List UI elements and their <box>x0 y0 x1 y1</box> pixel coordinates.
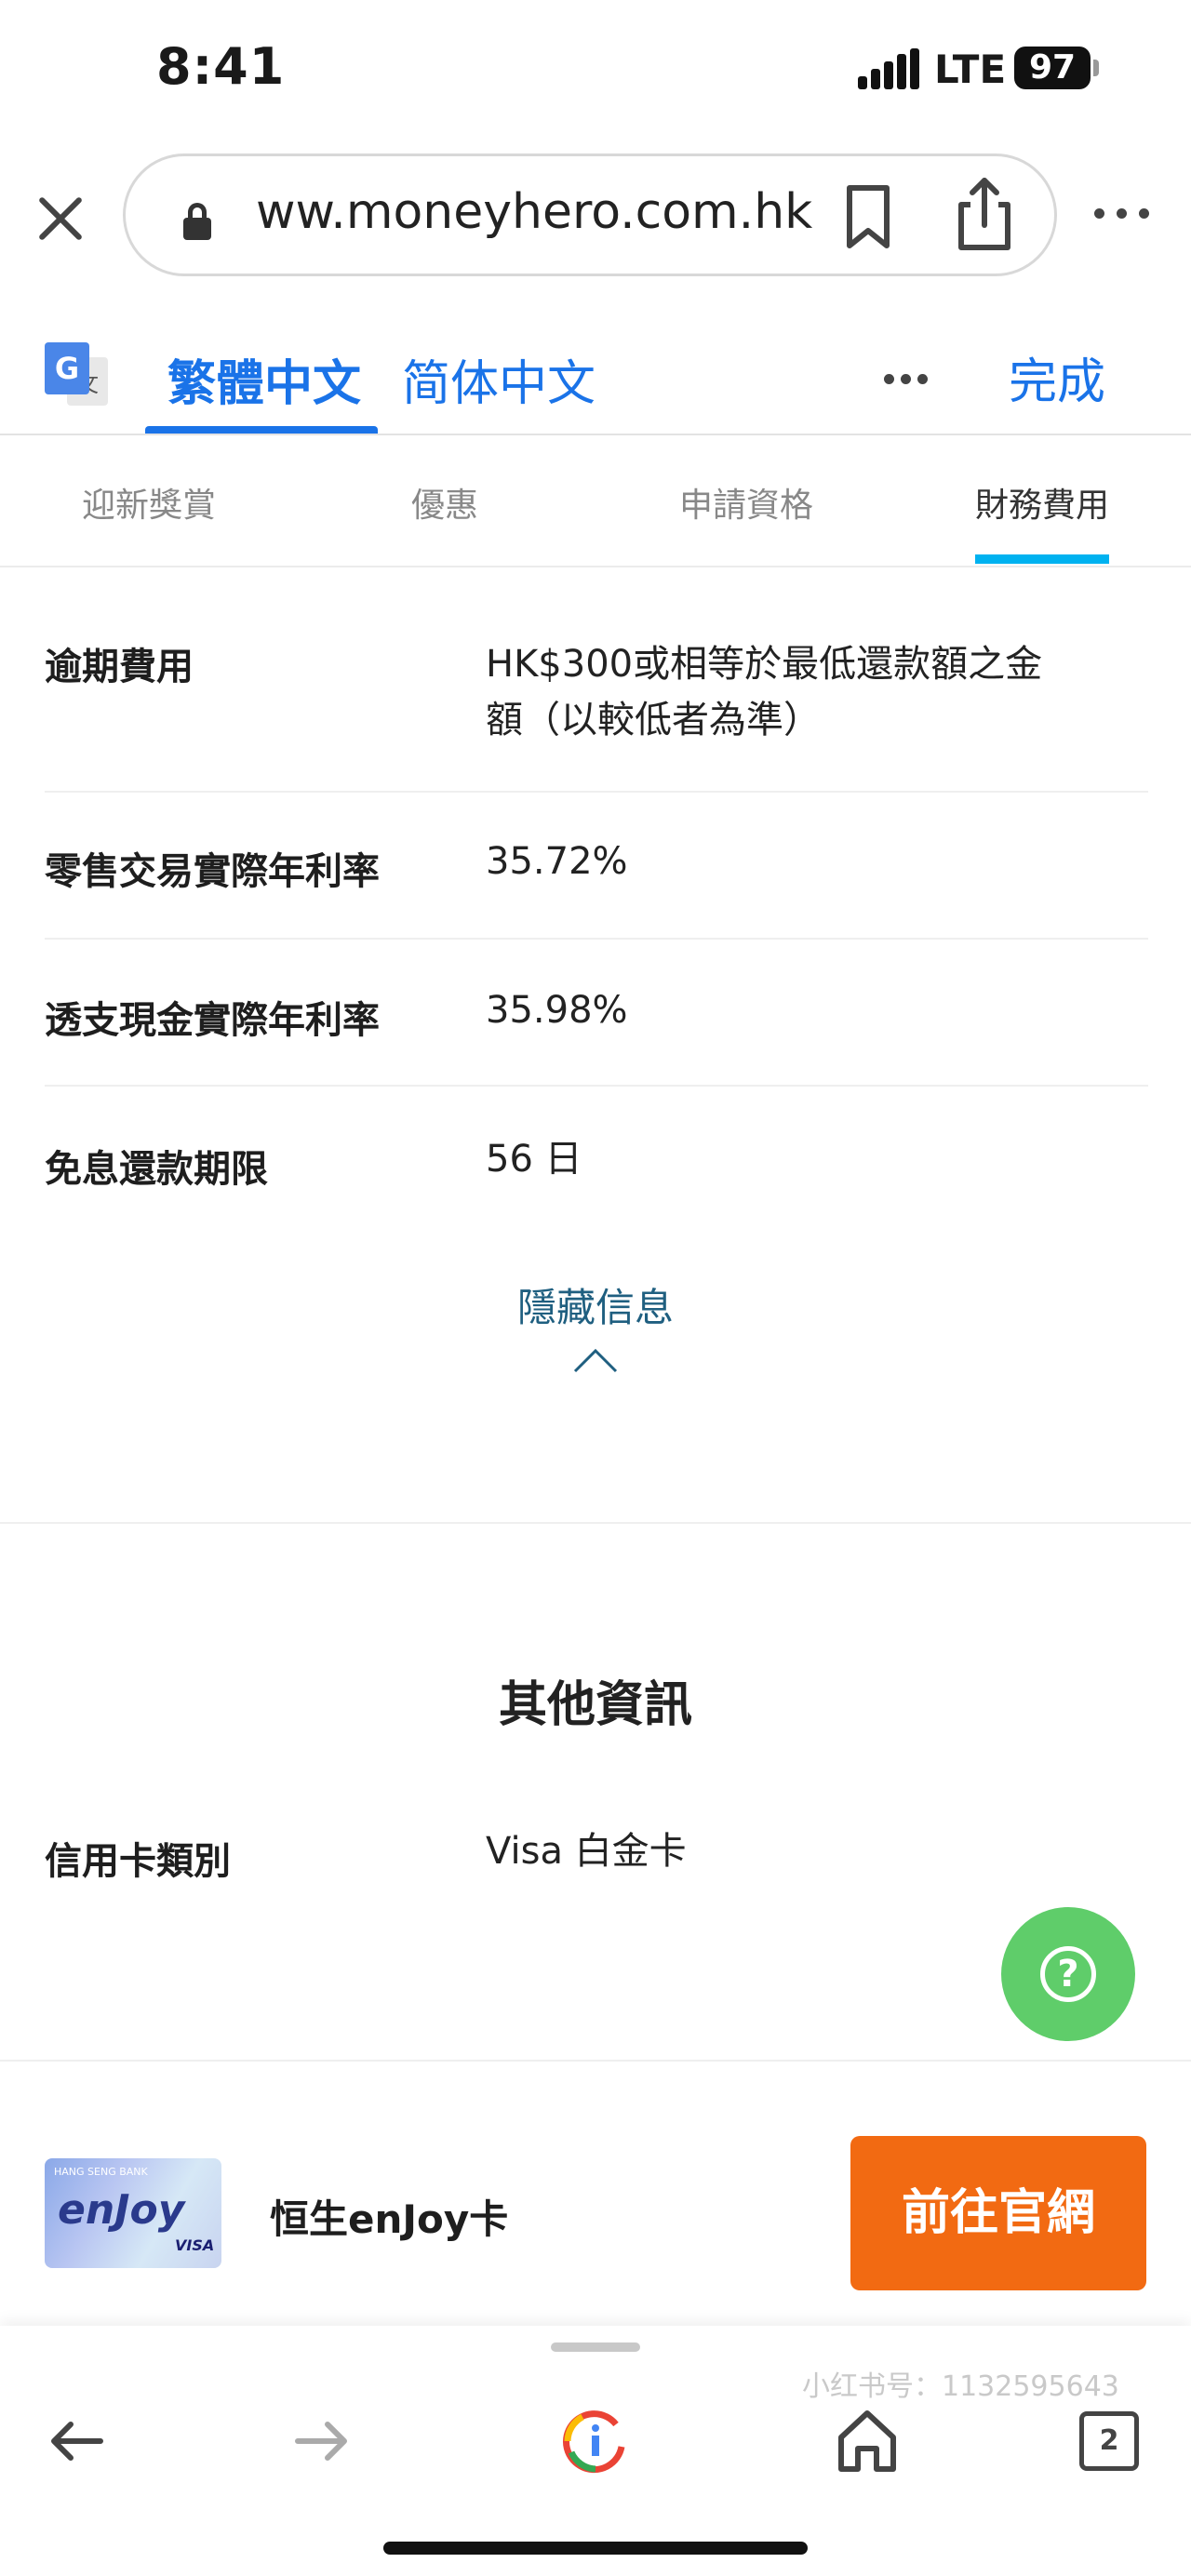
question-icon: ? <box>1040 1946 1096 2002</box>
watermark-text: 小红书号：1132595643 <box>802 2370 1119 2403</box>
done-button[interactable]: 完成 <box>1009 342 1105 412</box>
section-divider <box>0 1522 1191 1524</box>
tab-offers[interactable]: 優惠 <box>411 478 478 527</box>
visit-official-site-button[interactable]: 前往官網 <box>850 2136 1146 2290</box>
network-label: LTE <box>934 47 1007 92</box>
battery-icon: 97 <box>1014 47 1091 89</box>
fee-label: 免息還款期限 <box>45 1148 268 1191</box>
browser-address-row: ww.moneyhero.com.hk <box>0 149 1191 279</box>
translate-bar: 文 G 繁體中文 简体中文 完成 <box>0 316 1191 435</box>
fee-row: 逾期費用 HK$300或相等於最低還款額之金額（以較低者為準） <box>45 590 1148 793</box>
fee-value: 35.98% <box>486 989 628 1032</box>
other-info-title: 其他資訊 <box>498 1677 692 1733</box>
lang-simplified-tab[interactable]: 简体中文 <box>402 344 596 414</box>
fee-value: 35.72% <box>486 840 628 883</box>
fee-row: 透支現金實際年利率 35.98% <box>45 940 1148 1087</box>
fee-label: 逾期費用 <box>45 646 194 688</box>
chevron-up-icon[interactable] <box>573 1347 618 1375</box>
more-icon[interactable] <box>1094 205 1154 223</box>
lang-traditional-tab[interactable]: 繁體中文 <box>167 344 361 414</box>
section-tabs: 迎新獎賞 優惠 申請資格 財務費用 <box>0 437 1191 567</box>
bookmark-icon[interactable] <box>840 184 896 249</box>
signal-icon <box>858 48 919 89</box>
status-time: 8:41 <box>156 37 286 96</box>
back-arrow-icon[interactable] <box>39 2404 114 2478</box>
card-logo-text: enJoy <box>58 2186 185 2234</box>
address-bar[interactable]: ww.moneyhero.com.hk <box>123 153 1057 276</box>
battery-tip <box>1093 60 1099 76</box>
share-icon[interactable] <box>952 177 1017 251</box>
credit-card-image: HANG SENG BANK enJoy VISA <box>45 2158 221 2268</box>
home-icon[interactable] <box>830 2404 904 2478</box>
fee-row: 零售交易實際年利率 35.72% <box>45 793 1148 940</box>
hide-info-link[interactable]: 隱藏信息 <box>0 1276 1191 1333</box>
tab-eligibility[interactable]: 申請資格 <box>679 478 813 527</box>
info-value: Visa 白金卡 <box>486 1830 687 1873</box>
info-label: 信用卡類別 <box>45 1840 231 1883</box>
status-bar: 8:41 LTE 97 <box>0 0 1191 140</box>
fee-row: 免息還款期限 56 日 <box>45 1087 1148 1234</box>
tab-fees[interactable]: 財務費用 <box>975 478 1109 527</box>
card-name: 恒生enJoy卡 <box>270 2196 509 2242</box>
url-text[interactable]: ww.moneyhero.com.hk <box>256 184 926 240</box>
card-bank-text: HANG SENG BANK <box>54 2166 148 2178</box>
home-indicator[interactable] <box>383 2542 808 2555</box>
forward-arrow-icon[interactable] <box>285 2404 359 2478</box>
card-network-text: VISA <box>175 2236 215 2254</box>
section-divider <box>0 2060 1191 2062</box>
close-icon[interactable] <box>28 186 93 251</box>
fee-value: 56 日 <box>486 1138 582 1181</box>
tab-active-indicator <box>975 554 1109 564</box>
google-translate-icon[interactable]: 文 G <box>45 342 110 407</box>
tab-welcome-offer[interactable]: 迎新獎賞 <box>82 478 216 527</box>
tabs-count-icon[interactable]: 2 <box>1079 2411 1139 2471</box>
google-lens-icon[interactable] <box>558 2404 633 2478</box>
info-row: 信用卡類別 Visa 白金卡 <box>45 1816 1148 1946</box>
drag-handle[interactable] <box>551 2342 640 2352</box>
lock-icon <box>183 203 211 240</box>
fee-value: HK$300或相等於最低還款額之金額（以較低者為準） <box>486 643 1043 741</box>
lang-active-indicator <box>145 426 378 434</box>
translate-more-icon[interactable] <box>884 370 930 389</box>
fee-label: 零售交易實際年利率 <box>45 850 380 893</box>
fee-label: 透支現金實際年利率 <box>45 999 380 1042</box>
help-button[interactable]: ? <box>1001 1907 1135 2041</box>
